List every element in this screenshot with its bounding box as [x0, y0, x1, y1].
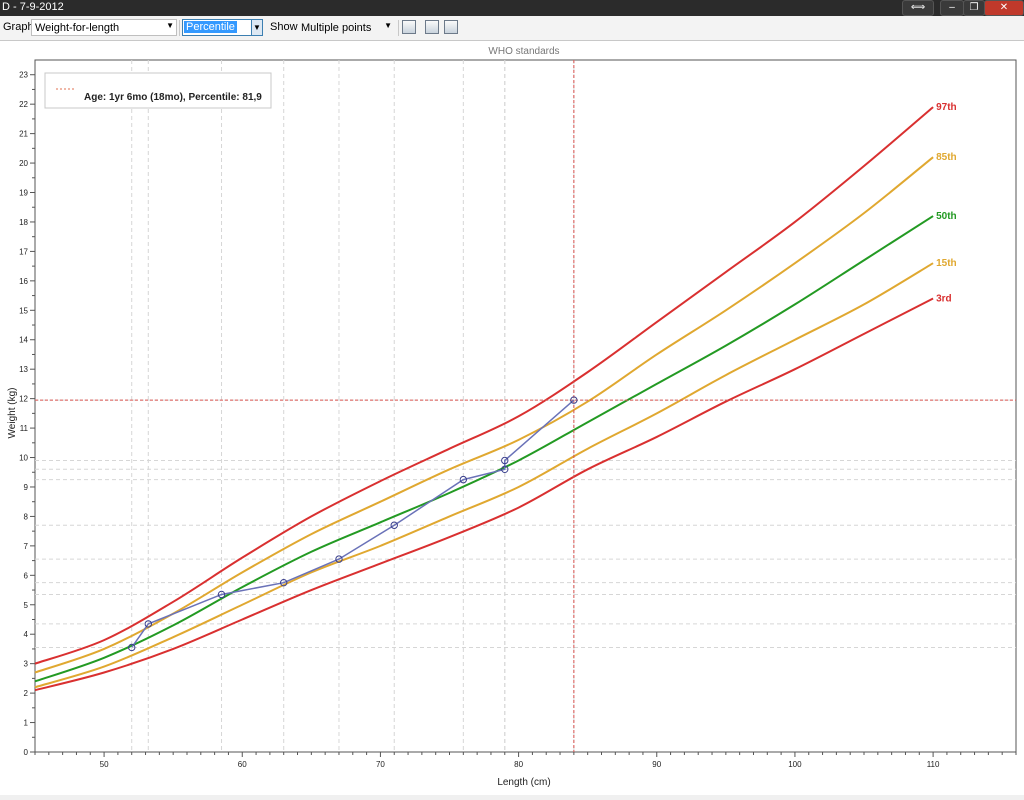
show-label: Show — [270, 21, 298, 33]
chevron-down-icon: ▼ — [384, 21, 392, 30]
plot-frame — [34, 59, 1017, 753]
series-label: 50th — [936, 211, 957, 222]
resize-icon[interactable]: ⟺ — [902, 0, 934, 16]
y-tick-label: 23 — [19, 71, 28, 80]
show-select-value: Multiple points — [301, 22, 372, 34]
chart-area: WHO standards 50 60 70 80 90 100 110 0 1 2 3 4 5 6 7 8 9… — [0, 41, 1024, 795]
x-tick-label: 100 — [788, 760, 802, 769]
y-tick-label: 12 — [19, 395, 28, 404]
y-tick-label: 9 — [24, 483, 29, 492]
y-tick-label: 10 — [19, 454, 28, 463]
show-select[interactable]: Multiple points ▼ — [297, 19, 395, 36]
title-bar: D - 7-9-2012 ⟺ – ❐ ✕ — [0, 0, 1024, 16]
y-tick-label: 0 — [24, 748, 29, 757]
graph-label: Graph — [3, 21, 34, 33]
x-tick-label: 110 — [927, 760, 940, 769]
y-tick-label: 15 — [19, 306, 28, 315]
y-tick-label: 8 — [24, 512, 29, 521]
copy-icon[interactable] — [425, 20, 439, 34]
graph-select[interactable]: Weight-for-length ▼ — [31, 19, 177, 36]
y-axis-label: Weight (kg) — [7, 388, 18, 439]
y-tick-label: 18 — [19, 218, 28, 227]
x-tick-label: 80 — [514, 760, 523, 769]
y-tick-label: 11 — [20, 424, 29, 433]
y-tick-label: 1 — [24, 719, 29, 728]
x-tick-label: 70 — [376, 760, 385, 769]
x-tick-label: 50 — [100, 760, 109, 769]
x-tick-label: 60 — [238, 760, 247, 769]
y-tick-label: 2 — [24, 689, 29, 698]
series-label: 97th — [936, 102, 957, 113]
y-tick-label: 22 — [19, 100, 28, 109]
y-tick-label: 6 — [24, 571, 29, 580]
chevron-down-icon: ▼ — [251, 20, 262, 35]
y-tick-label: 3 — [24, 660, 29, 669]
y-tick-label: 7 — [24, 542, 29, 551]
graph-settings-icon[interactable] — [402, 20, 416, 34]
close-button[interactable]: ✕ — [984, 0, 1024, 16]
y-tick-label: 17 — [19, 247, 28, 256]
x-axis-label: Length (cm) — [497, 777, 550, 788]
chevron-down-icon: ▼ — [166, 21, 174, 30]
legend-text: Age: 1yr 6mo (18mo), Percentile: 81,9 — [84, 92, 262, 103]
maximize-button[interactable]: ❐ — [963, 0, 985, 16]
y-tick-label: 14 — [19, 336, 28, 345]
series-label: 15th — [936, 258, 957, 269]
toolbar-divider — [398, 20, 399, 36]
y-tick-label: 5 — [24, 601, 29, 610]
chart-title: WHO standards — [488, 46, 559, 57]
toolbar: Graph Weight-for-length ▼ Percentile ▼ S… — [0, 16, 1024, 41]
series-label: 3rd — [936, 294, 952, 305]
window-title: D - 7-9-2012 — [2, 1, 64, 13]
x-tick-label: 90 — [652, 760, 661, 769]
y-tick-label: 20 — [19, 159, 28, 168]
graph-select-value: Weight-for-length — [35, 22, 120, 34]
y-tick-label: 21 — [19, 130, 28, 139]
mode-select-value: Percentile — [184, 21, 237, 33]
mode-select[interactable]: Percentile ▼ — [182, 19, 263, 36]
legend: Age: 1yr 6mo (18mo), Percentile: 81,9 — [44, 72, 272, 109]
growth-chart: WHO standards 50 60 70 80 90 100 1100123456789… — [7, 46, 1017, 788]
y-tick-label: 4 — [24, 630, 29, 639]
print-icon[interactable] — [444, 20, 458, 34]
series-label: 85th — [936, 152, 957, 163]
minimize-button[interactable]: – — [940, 0, 964, 16]
y-tick-label: 19 — [19, 189, 28, 198]
y-tick-label: 13 — [19, 365, 28, 374]
y-tick-label: 16 — [19, 277, 28, 286]
toolbar-divider — [179, 20, 180, 36]
